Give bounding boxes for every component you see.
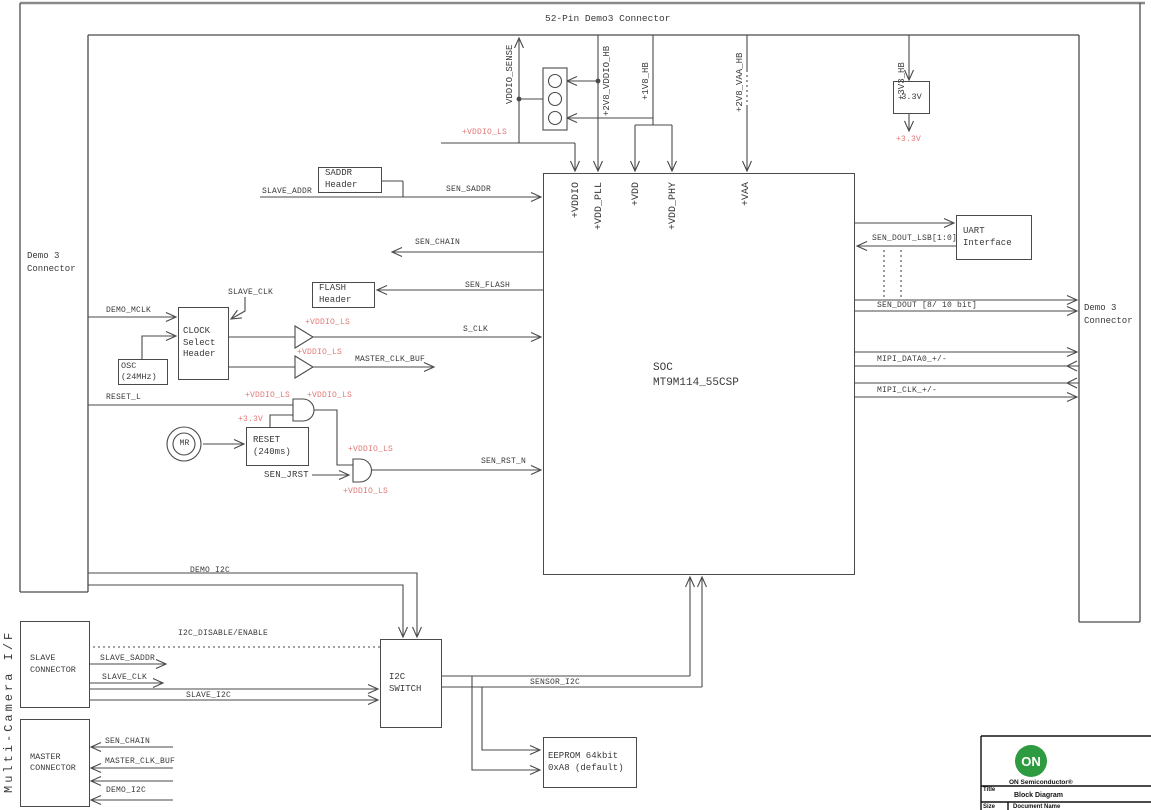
soc-pin-vdd: +VDD [631,182,642,206]
rail-3v3-2: +3.3V [896,135,921,144]
sig-sen-chain: SEN_CHAIN [415,238,460,247]
sig-sen-dout-lsb: SEN_DOUT_LSB[1:0] [872,234,957,243]
rail-2v8-vddio-hb: +2V8_VDDIO_HB [602,46,612,116]
sig-master-clk-buf-top: MASTER_CLK_BUF [355,355,425,364]
clock-select-label: CLOCK Select Header [179,326,228,361]
soc-pin-vdd-phy: +VDD_PHY [668,182,679,230]
rail-1v8-hb: +1V8_HB [641,62,651,100]
master-connector-label: MASTER CONNECTOR [21,752,89,774]
sig-reset-l: RESET_L [106,393,141,402]
size-label: Size [983,804,995,810]
master-connector-block: MASTER CONNECTOR [20,719,90,807]
rail-3v3-1: +3.3V [238,415,263,424]
soc-pin-vaa: +VAA [741,182,752,206]
rail-vddio-ls-7: +VDDIO_LS [343,487,388,496]
sig-slave-clk-bottom: SLAVE_CLK [102,673,147,682]
sig-slave-clk-top: SLAVE_CLK [228,288,273,297]
sig-sen-jrst: SEN_JRST [264,470,309,480]
right-connector-label: Demo 3 Connector [1084,302,1146,327]
rail-vddio-ls-4: +VDDIO_LS [245,391,290,400]
sig-mipi-data0: MIPI_DATA0_+/- [877,355,947,364]
sig-demo-i2c-mid: DEMO_I2C [190,566,230,575]
rail-vddio-ls-5: +VDDIO_LS [307,391,352,400]
sig-sen-saddr: SEN_SADDR [446,185,491,194]
i2c-switch-label: I2C SWITCH [381,672,441,695]
title-label: Title [983,787,995,793]
left-connector-label: Demo 3 Connector [27,250,87,275]
soc-name-label: SOC MT9M114_55CSP [653,361,748,391]
flash-header-block: FLASH Header [312,282,375,308]
clock-select-header-block: CLOCK Select Header [178,307,229,380]
saddr-header-label: SADDR Header [319,168,381,191]
slave-connector-block: SLAVE CONNECTOR [20,621,90,708]
sig-demo-i2c-bottom: DEMO_I2C [106,786,146,795]
rail-3v3-hb: +3V3_HB [897,62,907,100]
sig-slave-addr: SLAVE_ADDR [262,187,312,196]
i2c-switch-block: I2C SWITCH [380,639,442,728]
sig-s-clk: S_CLK [463,325,488,334]
rail-vddio-ls-3: +VDDIO_LS [297,348,342,357]
sig-demo-mclk: DEMO_MCLK [106,306,151,315]
sig-master-clk-buf-bottom: MASTER_CLK_BUF [105,757,175,766]
soc-pin-vddio: +VDDIO [571,182,582,218]
mr-button-label: MR [177,439,192,448]
slave-connector-label: SLAVE CONNECTOR [21,653,89,675]
doc-name-label: Document Name [1013,804,1060,810]
reset-label: RESET (240ms) [247,435,308,458]
osc-block: OSC (24MHz) [118,359,168,385]
sig-sensor-i2c: SENSOR_I2C [530,678,580,687]
saddr-header-block: SADDR Header [318,167,382,193]
sig-mipi-clk: MIPI_CLK_+/- [877,386,937,395]
multi-camera-if-label: Multi-Camera I/F [2,630,16,793]
rail-vddio-sense: VDDIO_SENSE [505,45,515,104]
sig-sen-chain-bottom: SEN_CHAIN [105,737,150,746]
osc-label: OSC (24MHz) [119,361,167,383]
title-block-frame [981,736,1151,810]
eeprom-block: EEPROM 64kbit 0xA8 (default) [543,737,637,788]
soc-pin-vdd-pll: +VDD_PLL [594,182,605,230]
eeprom-label: EEPROM 64kbit 0xA8 (default) [544,751,636,774]
rail-vddio-ls-1: +VDDIO_LS [462,128,507,137]
rail-vddio-ls-2: +VDDIO_LS [305,318,350,327]
rail-2v8-vaa-hb: +2V8_VAA_HB [735,53,745,112]
rail-vddio-ls-6: +VDDIO_LS [348,445,393,454]
title-value: Block Diagram [1014,792,1063,799]
sig-sen-dout: SEN_DOUT [8/ 10 bit] [877,301,977,310]
uart-label: UART Interface [957,226,1031,249]
uart-interface-block: UART Interface [956,215,1032,260]
page-title: 52-Pin Demo3 Connector [545,13,670,24]
sig-sen-flash: SEN_FLASH [465,281,510,290]
on-logo-text: ON [1021,754,1041,769]
sig-sen-rst-n: SEN_RST_N [481,457,526,466]
sig-i2c-disable: I2C_DISABLE/ENABLE [178,629,268,638]
flash-header-label: FLASH Header [313,283,374,306]
reset-block: RESET (240ms) [246,427,309,466]
sig-slave-i2c: SLAVE_I2C [186,691,231,700]
block-diagram-page: SADDR Header FLASH Header CLOCK Select H… [0,0,1151,810]
company-name: ON Semiconductor® [1009,779,1073,786]
sig-slave-saddr: SLAVE_SADDR [100,654,155,663]
on-semiconductor-logo: ON [1015,745,1047,777]
